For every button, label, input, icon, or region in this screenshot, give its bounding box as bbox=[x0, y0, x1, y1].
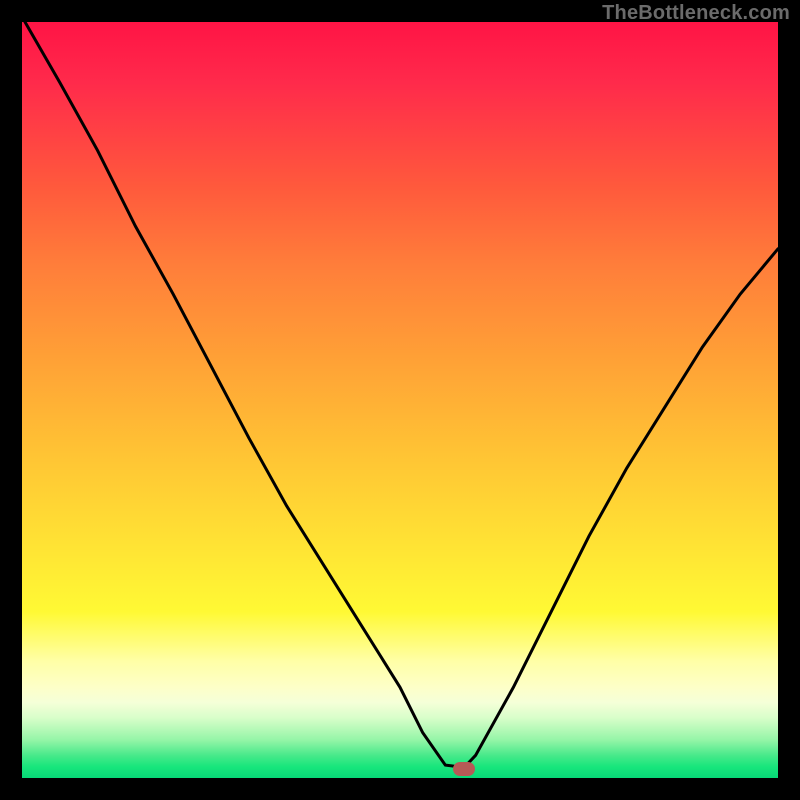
optimal-point-marker bbox=[453, 762, 475, 776]
bottleneck-curve bbox=[22, 22, 778, 778]
chart-plot-area bbox=[22, 22, 778, 778]
